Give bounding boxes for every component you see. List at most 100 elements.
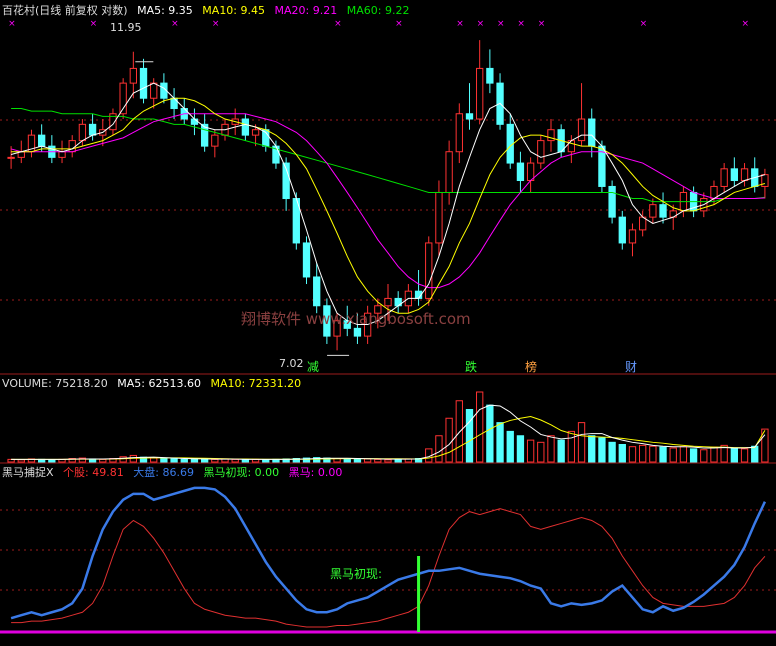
candle-body (88, 123, 97, 136)
candle-body (516, 162, 525, 182)
tag-rank: 榜 (525, 360, 538, 374)
candle-body (526, 162, 535, 182)
volume-bar (231, 458, 239, 463)
first-signal-label: 黑马初现: 0.00 (203, 466, 280, 479)
volume-bar (343, 458, 351, 463)
volume-bar (740, 448, 749, 463)
candle-body (353, 327, 362, 337)
volume-bar (200, 458, 209, 463)
volume-bar (669, 447, 677, 463)
volume-bar (363, 458, 372, 463)
market-line (10, 486, 767, 620)
volume-bar (567, 430, 576, 463)
candle-body (649, 204, 657, 218)
candle-body (659, 204, 667, 218)
ma20-line (10, 113, 765, 289)
candle-body (139, 67, 148, 99)
volume-bar (465, 409, 474, 463)
candle-body (476, 67, 484, 120)
candle-body (730, 168, 739, 182)
tag-reduce: 减 (307, 360, 320, 374)
volume-bar (119, 456, 127, 463)
volume-bar (700, 449, 708, 463)
candle-body (251, 129, 260, 136)
watermark: 翔博软件 www.xiangbosoft.com (241, 310, 471, 328)
candle-body (425, 242, 433, 299)
volume-bar (353, 458, 362, 463)
horse-label: 黑马: 0.00 (288, 466, 343, 479)
candle-body (537, 140, 545, 164)
volume-bar (180, 458, 188, 463)
volume-bar (435, 435, 443, 463)
volume-bar (537, 441, 545, 463)
candle-body (150, 82, 158, 99)
tag-fall: 跌 (465, 360, 478, 374)
volume-bar (679, 446, 688, 463)
volume-bar (445, 417, 453, 463)
high-label: 11.95 (110, 21, 142, 34)
volume-bar (455, 400, 463, 463)
stock-label: 个股: 49.81 (63, 466, 124, 479)
volume-ma5-label: MA5: 62513.60 (117, 377, 201, 390)
volume-bar (710, 446, 718, 463)
price-header: 百花村(日线 前复权 对数) MA5: 9.35 MA10: 9.45 MA20… (2, 4, 415, 17)
chart-stage: × × × × × × × × × × × × × 百花村(日线 前复权 对数) MA5: 9.35 M… (0, 0, 776, 642)
volume-bar (526, 439, 535, 463)
ma60-line (11, 108, 765, 203)
volume-bar (649, 445, 657, 463)
signal-marker: × (212, 19, 220, 29)
volume-bar (99, 458, 107, 463)
volume-bar (618, 444, 626, 463)
candle-body (435, 191, 443, 244)
signal-marker: × (517, 19, 525, 29)
price-title: 百花村(日线 前复权 对数) (2, 4, 128, 17)
candle-body (577, 118, 586, 142)
volume-ma10-label: MA10: 72331.20 (210, 377, 302, 390)
ma60-label: MA60: 9.22 (346, 4, 410, 17)
candle-body (7, 156, 15, 159)
volume-bar (639, 444, 647, 463)
candle-body (486, 67, 494, 84)
volume-bar (48, 459, 56, 463)
candle-body (588, 118, 596, 147)
candle-body (618, 216, 626, 244)
volume-bar (17, 459, 25, 463)
signal-marker: × (477, 19, 485, 29)
market-label: 大盘: 86.69 (133, 466, 194, 479)
volume-bar (394, 458, 402, 463)
volume-bar (516, 435, 525, 463)
volume-bar (659, 446, 667, 463)
low-label: 7.02 (279, 357, 304, 370)
candle-body (129, 67, 137, 84)
volume-header: VOLUME: 75218.20 MA5: 62513.60 MA10: 723… (2, 377, 307, 390)
candle-body (628, 229, 637, 244)
signal-marker: × (640, 19, 648, 29)
volume-bar (496, 422, 504, 463)
candle-body (58, 151, 66, 158)
signal-marker: × (497, 19, 505, 29)
candle-body (465, 113, 474, 120)
volume-bar (577, 422, 586, 463)
volume-bar (170, 458, 178, 463)
candle-body (608, 185, 616, 218)
candle-body (241, 118, 250, 136)
volume-bar (486, 404, 494, 463)
candle-body (78, 123, 87, 142)
volume-bar (241, 459, 250, 463)
signal-marker: × (334, 19, 342, 29)
candle-body (302, 242, 311, 278)
indicator-title: 黑马捕捉X (2, 466, 54, 479)
candle-body (37, 134, 46, 147)
signal-marker: × (171, 19, 179, 29)
signal-marker: × (8, 19, 16, 29)
signal-marker: × (456, 19, 464, 29)
tag-finance: 财 (625, 360, 638, 374)
volume-bar (262, 459, 270, 463)
candle-body (720, 168, 728, 187)
volume-bar (588, 435, 596, 463)
volume-bar (547, 435, 555, 463)
ma5-label: MA5: 9.35 (137, 4, 193, 17)
volume-bar (628, 446, 637, 463)
volume-bar (608, 441, 616, 463)
volume-bar (598, 437, 606, 463)
